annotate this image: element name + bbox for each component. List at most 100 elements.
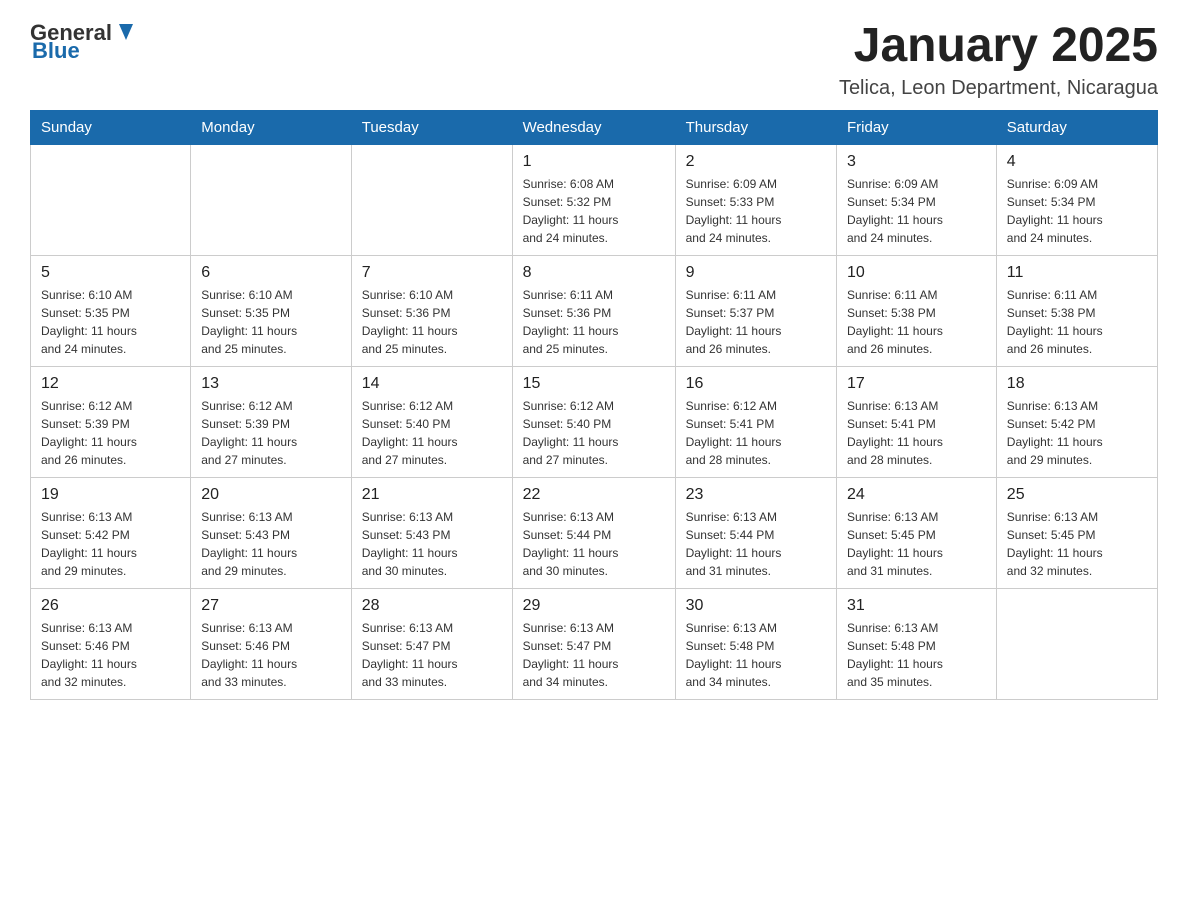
day-info: Sunrise: 6:10 AM Sunset: 5:35 PM Dayligh… <box>41 286 180 358</box>
calendar-day-header: Friday <box>836 110 996 144</box>
day-number: 3 <box>847 153 986 171</box>
day-info: Sunrise: 6:13 AM Sunset: 5:45 PM Dayligh… <box>1007 508 1147 580</box>
calendar-cell <box>996 588 1157 699</box>
calendar-cell <box>31 144 191 255</box>
calendar-cell: 30Sunrise: 6:13 AM Sunset: 5:48 PM Dayli… <box>675 588 836 699</box>
calendar-week-row: 12 Sunrise: 6:12 AM Sunset: 5:39 PM Dayli… <box>31 366 1158 477</box>
day-number: 14 <box>362 375 502 393</box>
day-number: 2 <box>686 153 826 171</box>
calendar-cell: 12 Sunrise: 6:12 AM Sunset: 5:39 PM Dayli… <box>31 366 191 477</box>
day-info: Sunrise: 6:13 AM Sunset: 5:41 PM Dayligh… <box>847 397 986 469</box>
day-info: Sunrise: 6:11 AM Sunset: 5:36 PM Dayligh… <box>523 286 665 358</box>
day-number: 25 <box>1007 486 1147 504</box>
calendar-cell: 20 Sunrise: 6:13 AM Sunset: 5:43 PM Dayli… <box>191 477 351 588</box>
location-title: Telica, Leon Department, Nicaragua <box>839 77 1158 100</box>
day-info: Sunrise: 6:10 AM Sunset: 5:36 PM Dayligh… <box>362 286 502 358</box>
day-info: Sunrise: 6:13 AM Sunset: 5:43 PM Dayligh… <box>362 508 502 580</box>
day-info: Sunrise: 6:13 AM Sunset: 5:48 PM Dayligh… <box>686 619 826 691</box>
day-number: 8 <box>523 264 665 282</box>
calendar-cell: 29Sunrise: 6:13 AM Sunset: 5:47 PM Dayli… <box>512 588 675 699</box>
calendar-cell: 8 Sunrise: 6:11 AM Sunset: 5:36 PM Daylig… <box>512 255 675 366</box>
day-number: 22 <box>523 486 665 504</box>
logo: General Blue <box>30 20 136 64</box>
day-number: 18 <box>1007 375 1147 393</box>
day-info: Sunrise: 6:09 AM Sunset: 5:34 PM Dayligh… <box>1007 175 1147 247</box>
day-info: Sunrise: 6:13 AM Sunset: 5:45 PM Dayligh… <box>847 508 986 580</box>
calendar-cell: 27 Sunrise: 6:13 AM Sunset: 5:46 PM Dayli… <box>191 588 351 699</box>
calendar-cell: 9 Sunrise: 6:11 AM Sunset: 5:37 PM Daylig… <box>675 255 836 366</box>
calendar-day-header: Saturday <box>996 110 1157 144</box>
day-info: Sunrise: 6:11 AM Sunset: 5:38 PM Dayligh… <box>847 286 986 358</box>
day-number: 31 <box>847 597 986 615</box>
day-number: 21 <box>362 486 502 504</box>
day-number: 16 <box>686 375 826 393</box>
day-info: Sunrise: 6:13 AM Sunset: 5:48 PM Dayligh… <box>847 619 986 691</box>
day-info: Sunrise: 6:13 AM Sunset: 5:44 PM Dayligh… <box>523 508 665 580</box>
calendar-day-header: Tuesday <box>351 110 512 144</box>
calendar-week-row: 26 Sunrise: 6:13 AM Sunset: 5:46 PM Dayli… <box>31 588 1158 699</box>
calendar-week-row: 19Sunrise: 6:13 AM Sunset: 5:42 PM Dayli… <box>31 477 1158 588</box>
day-info: Sunrise: 6:11 AM Sunset: 5:38 PM Dayligh… <box>1007 286 1147 358</box>
calendar-cell: 23Sunrise: 6:13 AM Sunset: 5:44 PM Dayli… <box>675 477 836 588</box>
day-info: Sunrise: 6:12 AM Sunset: 5:39 PM Dayligh… <box>41 397 180 469</box>
calendar-cell: 21 Sunrise: 6:13 AM Sunset: 5:43 PM Dayli… <box>351 477 512 588</box>
day-number: 27 <box>201 597 340 615</box>
day-number: 15 <box>523 375 665 393</box>
day-info: Sunrise: 6:11 AM Sunset: 5:37 PM Dayligh… <box>686 286 826 358</box>
day-number: 24 <box>847 486 986 504</box>
day-info: Sunrise: 6:13 AM Sunset: 5:46 PM Dayligh… <box>41 619 180 691</box>
day-number: 10 <box>847 264 986 282</box>
day-info: Sunrise: 6:12 AM Sunset: 5:39 PM Dayligh… <box>201 397 340 469</box>
day-info: Sunrise: 6:12 AM Sunset: 5:40 PM Dayligh… <box>523 397 665 469</box>
calendar-cell: 26 Sunrise: 6:13 AM Sunset: 5:46 PM Dayli… <box>31 588 191 699</box>
day-number: 12 <box>41 375 180 393</box>
calendar-table: SundayMondayTuesdayWednesdayThursdayFrid… <box>30 110 1158 700</box>
calendar-cell: 6 Sunrise: 6:10 AM Sunset: 5:35 PM Daylig… <box>191 255 351 366</box>
day-info: Sunrise: 6:13 AM Sunset: 5:47 PM Dayligh… <box>362 619 502 691</box>
calendar-cell: 14Sunrise: 6:12 AM Sunset: 5:40 PM Dayli… <box>351 366 512 477</box>
day-info: Sunrise: 6:09 AM Sunset: 5:33 PM Dayligh… <box>686 175 826 247</box>
calendar-cell: 28Sunrise: 6:13 AM Sunset: 5:47 PM Dayli… <box>351 588 512 699</box>
calendar-cell: 22 Sunrise: 6:13 AM Sunset: 5:44 PM Dayli… <box>512 477 675 588</box>
day-info: Sunrise: 6:10 AM Sunset: 5:35 PM Dayligh… <box>201 286 340 358</box>
calendar-cell: 1Sunrise: 6:08 AM Sunset: 5:32 PM Daylig… <box>512 144 675 255</box>
calendar-cell: 11 Sunrise: 6:11 AM Sunset: 5:38 PM Dayli… <box>996 255 1157 366</box>
calendar-cell: 2 Sunrise: 6:09 AM Sunset: 5:33 PM Daylig… <box>675 144 836 255</box>
day-number: 29 <box>523 597 665 615</box>
calendar-cell: 3Sunrise: 6:09 AM Sunset: 5:34 PM Daylig… <box>836 144 996 255</box>
calendar-cell: 25 Sunrise: 6:13 AM Sunset: 5:45 PM Dayli… <box>996 477 1157 588</box>
logo-blue: Blue <box>32 38 80 64</box>
calendar-cell: 16 Sunrise: 6:12 AM Sunset: 5:41 PM Dayli… <box>675 366 836 477</box>
day-number: 20 <box>201 486 340 504</box>
day-info: Sunrise: 6:13 AM Sunset: 5:42 PM Dayligh… <box>1007 397 1147 469</box>
calendar-day-header: Monday <box>191 110 351 144</box>
day-info: Sunrise: 6:12 AM Sunset: 5:41 PM Dayligh… <box>686 397 826 469</box>
calendar-cell: 18 Sunrise: 6:13 AM Sunset: 5:42 PM Dayli… <box>996 366 1157 477</box>
calendar-cell: 4 Sunrise: 6:09 AM Sunset: 5:34 PM Daylig… <box>996 144 1157 255</box>
title-block: January 2025 Telica, Leon Department, Ni… <box>839 20 1158 100</box>
page-header: General Blue January 2025 Telica, Leon D… <box>30 20 1158 100</box>
day-number: 6 <box>201 264 340 282</box>
calendar-cell: 10 Sunrise: 6:11 AM Sunset: 5:38 PM Dayli… <box>836 255 996 366</box>
day-info: Sunrise: 6:08 AM Sunset: 5:32 PM Dayligh… <box>523 175 665 247</box>
calendar-cell: 13Sunrise: 6:12 AM Sunset: 5:39 PM Dayli… <box>191 366 351 477</box>
calendar-cell: 7Sunrise: 6:10 AM Sunset: 5:36 PM Daylig… <box>351 255 512 366</box>
day-number: 19 <box>41 486 180 504</box>
calendar-week-row: 1Sunrise: 6:08 AM Sunset: 5:32 PM Daylig… <box>31 144 1158 255</box>
calendar-day-header: Sunday <box>31 110 191 144</box>
calendar-day-header: Thursday <box>675 110 836 144</box>
calendar-cell: 24 Sunrise: 6:13 AM Sunset: 5:45 PM Dayli… <box>836 477 996 588</box>
calendar-cell <box>351 144 512 255</box>
calendar-cell <box>191 144 351 255</box>
calendar-cell: 5Sunrise: 6:10 AM Sunset: 5:35 PM Daylig… <box>31 255 191 366</box>
day-number: 9 <box>686 264 826 282</box>
calendar-cell: 31 Sunrise: 6:13 AM Sunset: 5:48 PM Dayli… <box>836 588 996 699</box>
calendar-cell: 19Sunrise: 6:13 AM Sunset: 5:42 PM Dayli… <box>31 477 191 588</box>
day-info: Sunrise: 6:13 AM Sunset: 5:43 PM Dayligh… <box>201 508 340 580</box>
day-number: 26 <box>41 597 180 615</box>
day-number: 4 <box>1007 153 1147 171</box>
calendar-cell: 17Sunrise: 6:13 AM Sunset: 5:41 PM Dayli… <box>836 366 996 477</box>
calendar-week-row: 5Sunrise: 6:10 AM Sunset: 5:35 PM Daylig… <box>31 255 1158 366</box>
day-info: Sunrise: 6:13 AM Sunset: 5:46 PM Dayligh… <box>201 619 340 691</box>
day-number: 11 <box>1007 264 1147 282</box>
